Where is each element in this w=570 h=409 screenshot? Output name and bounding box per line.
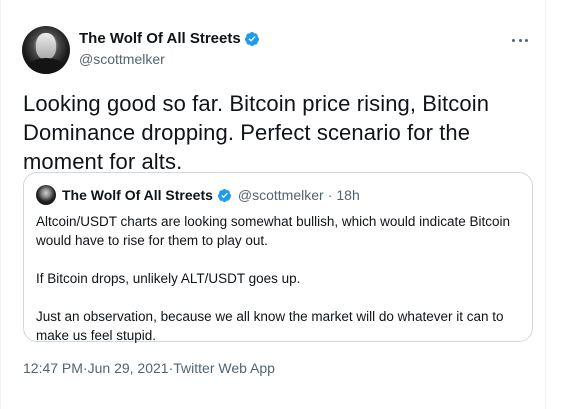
quoted-tweet-header: The Wolf Of All Streets @scottmelker · 1… xyxy=(36,185,520,205)
more-horizontal-icon[interactable] xyxy=(510,33,530,47)
author-handle[interactable]: @scottmelker xyxy=(79,51,260,67)
author-display-name[interactable]: The Wolf Of All Streets xyxy=(79,30,241,47)
verified-badge-icon xyxy=(217,188,231,202)
more-dot xyxy=(518,38,522,42)
quoted-tweet[interactable]: The Wolf Of All Streets @scottmelker · 1… xyxy=(23,172,533,345)
tweet-source[interactable]: Twitter Web App xyxy=(173,360,275,376)
quoted-paragraph: Altcoin/USDT charts are looking somewhat… xyxy=(36,214,510,248)
tweet-header: The Wolf Of All Streets @scottmelker xyxy=(22,23,538,75)
tweet-metadata: 12:47 PM · Jun 29, 2021 · Twitter Web Ap… xyxy=(23,360,275,376)
quoted-tweet-body: Altcoin/USDT charts are looking somewhat… xyxy=(36,212,520,345)
quoted-paragraph: If Bitcoin drops, unlikely ALT/USDT goes… xyxy=(36,271,301,286)
quoted-paragraph: Just an observation, because we all know… xyxy=(36,309,504,343)
tweet-text: Looking good so far. Bitcoin price risin… xyxy=(23,91,490,174)
quoted-separator-dot: · xyxy=(327,187,333,203)
verified-badge-icon xyxy=(244,31,259,46)
avatar-face xyxy=(36,33,56,59)
quoted-author-handle: @scottmelker xyxy=(237,187,324,203)
author-block: The Wolf Of All Streets @scottmelker xyxy=(79,30,260,67)
quoted-tweet-age[interactable]: 18h xyxy=(336,187,359,203)
avatar[interactable] xyxy=(22,26,70,74)
tweet-time[interactable]: 12:47 PM xyxy=(23,360,83,376)
more-dot xyxy=(525,38,528,42)
quoted-avatar xyxy=(36,185,56,205)
tweet-date[interactable]: Jun 29, 2021 xyxy=(88,360,169,376)
author-name-row: The Wolf Of All Streets xyxy=(79,30,260,47)
avatar-shoulders xyxy=(26,58,66,74)
more-dot xyxy=(512,38,515,42)
quoted-author-display-name: The Wolf Of All Streets xyxy=(62,187,213,203)
tweet-card: The Wolf Of All Streets @scottmelker Loo… xyxy=(0,0,546,409)
